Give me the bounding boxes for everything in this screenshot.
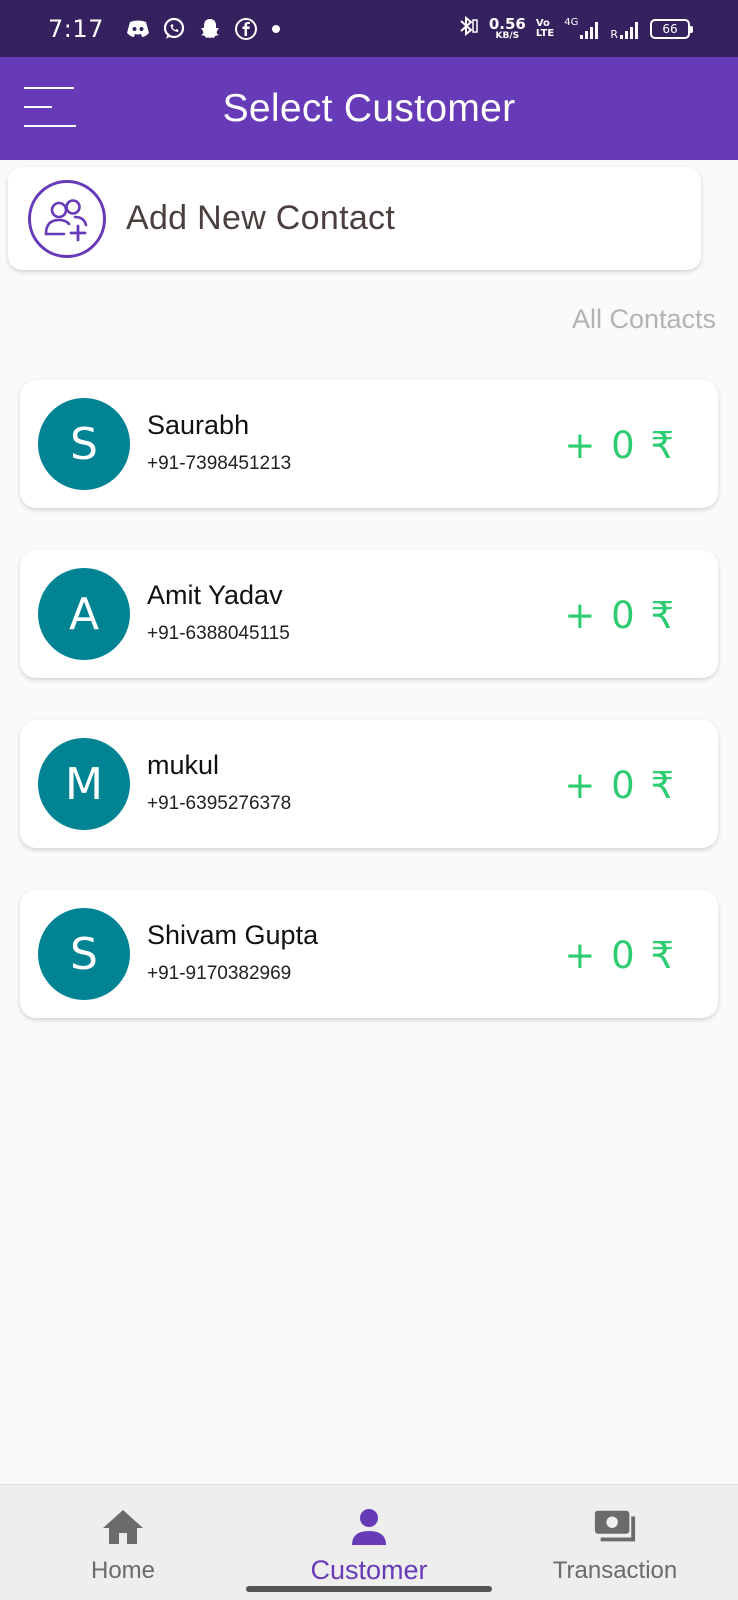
- bottom-nav: Home Customer Transaction: [0, 1484, 738, 1600]
- network-type: 4G: [564, 16, 579, 28]
- snapchat-icon: [198, 17, 222, 41]
- screen: 7:17 0.56 KB/S Vo LTE 4G R 66 Select Cus…: [0, 0, 738, 1600]
- avatar: S: [38, 398, 130, 490]
- contact-name: Amit Yadav: [147, 580, 283, 610]
- contact-amount: + 0 ₹: [564, 934, 676, 977]
- contact-card[interactable]: S Shivam Gupta +91-9170382969 + 0 ₹: [20, 890, 718, 1018]
- contact-phone: +91-6388045115: [147, 623, 290, 644]
- volte-bottom: LTE: [535, 27, 555, 39]
- contact-name: mukul: [147, 750, 220, 780]
- person-icon: [347, 1505, 391, 1549]
- contact-name: Saurabh: [147, 410, 250, 440]
- contact-amount: + 0 ₹: [564, 594, 676, 637]
- nav-home-label: Home: [90, 1557, 156, 1584]
- nav-customer-label: Customer: [310, 1555, 428, 1585]
- facebook-icon: [234, 17, 258, 41]
- avatar: M: [38, 738, 130, 830]
- contact-phone: +91-7398451213: [147, 453, 292, 474]
- nav-transaction[interactable]: Transaction: [492, 1485, 738, 1600]
- notification-icons: [126, 17, 258, 41]
- status-time: 7:17: [48, 14, 104, 43]
- bluetooth-icon: [455, 14, 479, 43]
- avatar: A: [38, 568, 130, 660]
- menu-line: [24, 125, 76, 127]
- roaming-indicator: R: [610, 27, 618, 41]
- system-icons: 0.56 KB/S Vo LTE 4G R 66: [455, 0, 693, 57]
- contact-phone: +91-9170382969: [147, 963, 292, 984]
- page-title: Select Customer: [222, 86, 516, 130]
- add-user-icon: [28, 179, 106, 258]
- contact-card[interactable]: S Saurabh +91-7398451213 + 0 ₹: [20, 380, 718, 508]
- nav-transaction-label: Transaction: [552, 1557, 678, 1584]
- nav-home[interactable]: Home: [0, 1485, 246, 1600]
- home-icon: [101, 1505, 145, 1549]
- signal-icon: 4G: [564, 17, 600, 41]
- discord-icon: [126, 17, 150, 41]
- signal-icon-2: R: [610, 17, 640, 41]
- contact-phone: +91-6395276378: [147, 793, 292, 814]
- cash-icon: [593, 1505, 637, 1549]
- network-speed: 0.56 KB/S: [488, 14, 526, 41]
- battery-icon: 66: [650, 18, 693, 39]
- whatsapp-icon: [162, 17, 186, 41]
- add-new-contact-button[interactable]: Add New Contact: [8, 167, 701, 270]
- add-new-contact-label: Add New Contact: [126, 199, 396, 237]
- app-bar: Select Customer: [0, 57, 738, 160]
- contact-name: Shivam Gupta: [147, 920, 319, 950]
- menu-line: [24, 87, 74, 89]
- all-contacts-label: All Contacts: [571, 304, 716, 334]
- gesture-bar[interactable]: [246, 1586, 492, 1592]
- status-bar: 7:17 0.56 KB/S Vo LTE 4G R 66: [0, 0, 738, 57]
- menu-line: [24, 106, 52, 108]
- contact-card[interactable]: M mukul +91-6395276378 + 0 ₹: [20, 720, 718, 848]
- network-speed-unit: KB/S: [495, 30, 520, 41]
- notification-dot: [271, 24, 280, 33]
- nav-customer[interactable]: Customer: [246, 1485, 492, 1600]
- network-speed-value: 0.56: [488, 14, 526, 33]
- avatar: S: [38, 908, 130, 1000]
- volte-indicator: Vo LTE: [535, 17, 555, 39]
- menu-icon[interactable]: [24, 85, 78, 129]
- contact-amount: + 0 ₹: [564, 764, 676, 807]
- volte-top: Vo: [535, 17, 550, 29]
- contact-card[interactable]: A Amit Yadav +91-6388045115 + 0 ₹: [20, 550, 718, 678]
- contact-amount: + 0 ₹: [564, 424, 676, 467]
